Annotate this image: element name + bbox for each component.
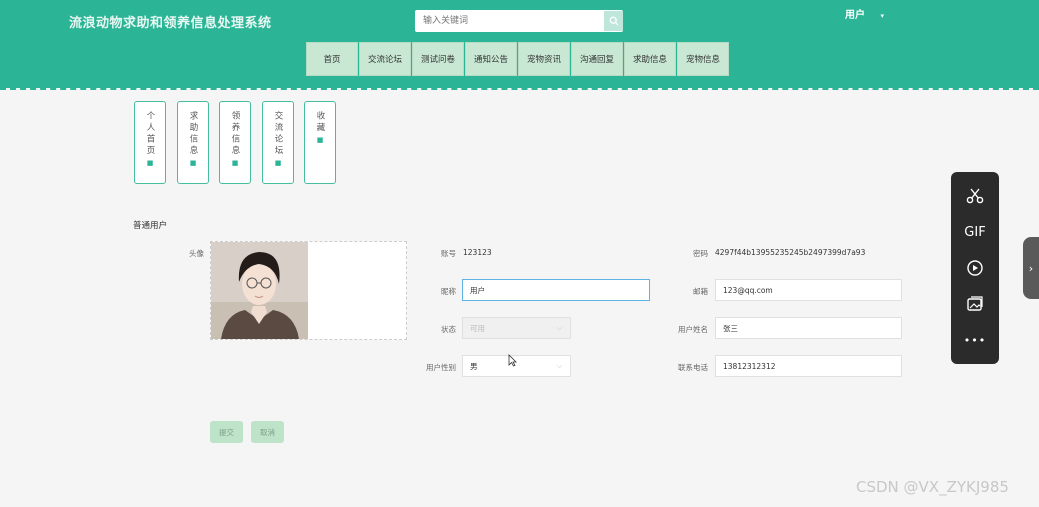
gif-icon: GIF <box>964 224 986 240</box>
record-icon <box>967 260 983 276</box>
more-button[interactable]: ••• <box>951 322 999 358</box>
menu-icon: ■ <box>231 159 239 167</box>
more-icon: ••• <box>963 333 987 347</box>
user-menu[interactable]: 用户 ▾ <box>845 6 884 21</box>
password-value: 4297f44b13955235245b2497399d7a93 <box>715 248 866 257</box>
site-title: 流浪动物求助和领养信息处理系统 <box>69 16 272 31</box>
menu-icon: ■ <box>146 159 154 167</box>
side-menu-help[interactable]: 求助信息 ■ <box>177 101 209 184</box>
gif-button[interactable]: GIF <box>951 214 999 250</box>
main-nav: 首页 交流论坛 测试问卷 通知公告 宠物资讯 沟通回复 求助信息 宠物信息 <box>306 42 729 76</box>
record-button[interactable] <box>951 250 999 286</box>
nav-notice[interactable]: 通知公告 <box>465 42 517 76</box>
nav-survey[interactable]: 测试问卷 <box>412 42 464 76</box>
email-label: 邮箱 <box>693 287 708 296</box>
submit-button[interactable]: 提交 <box>210 421 243 443</box>
avatar <box>211 242 308 339</box>
side-menu-label: 求助信息 <box>188 111 198 157</box>
nav-pet-news[interactable]: 宠物资讯 <box>518 42 570 76</box>
realname-field[interactable]: 张三 <box>715 317 902 339</box>
image-icon <box>967 296 983 311</box>
side-menu-forum[interactable]: 交流论坛 ■ <box>262 101 294 184</box>
side-menu-home[interactable]: 个人首页 ■ <box>134 101 166 184</box>
chevron-down-icon: ▾ <box>880 12 884 20</box>
account-value: 123123 <box>463 248 492 257</box>
email-value: 123@qq.com <box>723 285 773 295</box>
side-menu-label: 交流论坛 <box>273 111 283 157</box>
search-button[interactable] <box>604 11 623 31</box>
search-icon <box>609 16 618 26</box>
side-menu-adopt[interactable]: 领养信息 ■ <box>219 101 251 184</box>
menu-icon: ■ <box>189 159 197 167</box>
nav-forum[interactable]: 交流论坛 <box>359 42 411 76</box>
header-divider <box>0 88 1039 90</box>
nickname-field[interactable]: 用户 <box>462 279 650 301</box>
menu-icon: ■ <box>274 159 282 167</box>
nickname-label: 昵称 <box>441 287 456 296</box>
side-menu-favorites[interactable]: 收藏 ■ <box>304 101 336 184</box>
side-menu-label: 个人首页 <box>145 111 155 157</box>
gender-value: 男 <box>470 361 478 371</box>
status-value: 可用 <box>470 323 485 333</box>
section-title: 普通用户 <box>133 221 168 231</box>
user-menu-label: 用户 <box>845 10 865 21</box>
realname-value: 张三 <box>723 323 738 333</box>
chevron-down-icon: ⌵ <box>556 324 562 332</box>
phone-value: 13812312312 <box>723 361 776 371</box>
status-label: 状态 <box>441 325 456 334</box>
phone-field[interactable]: 13812312312 <box>715 355 902 377</box>
avatar-upload[interactable] <box>210 241 407 340</box>
scissors-button[interactable] <box>951 178 999 214</box>
password-label: 密码 <box>693 249 708 258</box>
gender-label: 用户性别 <box>426 363 456 372</box>
watermark: CSDN @VX_ZYKJ985 <box>856 478 1009 496</box>
phone-label: 联系电话 <box>678 363 708 372</box>
search-input[interactable] <box>415 10 601 32</box>
top-header: 流浪动物求助和领养信息处理系统 用户 ▾ 首页 交流论坛 测试问卷 通知公告 宠… <box>0 0 1039 88</box>
cancel-button[interactable]: 取消 <box>251 421 284 443</box>
realname-label: 用户姓名 <box>678 325 708 334</box>
status-select: 可用 ⌵ <box>462 317 571 339</box>
nav-pet-info[interactable]: 宠物信息 <box>677 42 729 76</box>
email-field[interactable]: 123@qq.com <box>715 279 902 301</box>
nav-help-info[interactable]: 求助信息 <box>624 42 676 76</box>
floating-toolbar: GIF ••• <box>951 172 999 364</box>
nav-home[interactable]: 首页 <box>306 42 358 76</box>
mouse-cursor-icon <box>508 354 517 367</box>
side-menu-label: 收藏 <box>315 111 325 134</box>
scissors-icon <box>966 188 984 204</box>
search-box <box>415 10 623 32</box>
chevron-right-icon: › <box>1028 261 1034 275</box>
expand-panel-tab[interactable]: › <box>1023 237 1039 299</box>
avatar-label: 头像 <box>189 249 204 258</box>
side-menu-label: 领养信息 <box>230 111 240 157</box>
chevron-down-icon: ⌵ <box>556 362 562 370</box>
nav-replies[interactable]: 沟通回复 <box>571 42 623 76</box>
image-button[interactable] <box>951 286 999 322</box>
nickname-value: 用户 <box>470 285 485 295</box>
menu-icon: ■ <box>316 136 324 144</box>
account-label: 账号 <box>441 249 456 258</box>
